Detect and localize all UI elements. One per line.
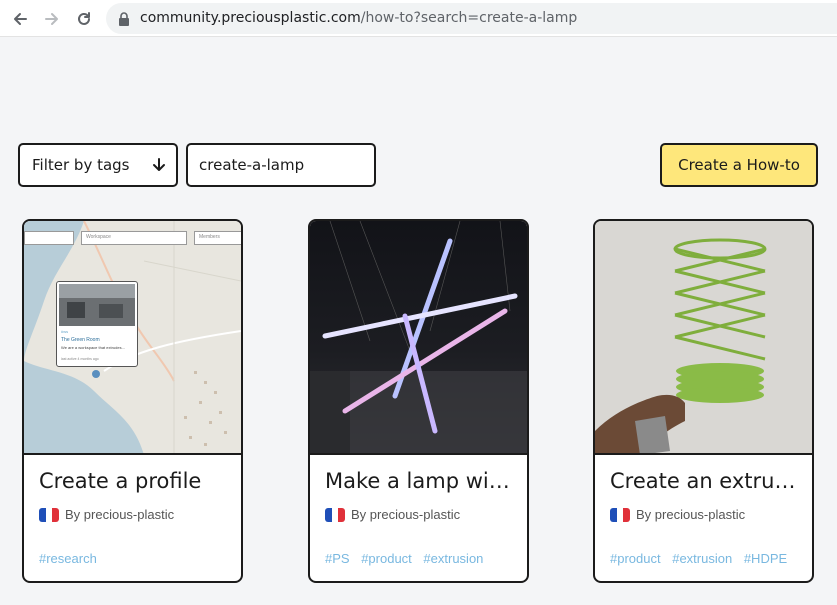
create-how-to-button[interactable]: Create a How-to <box>660 143 818 187</box>
card-thumbnail <box>310 221 527 455</box>
card-title[interactable]: Make a lamp with extruded beams <box>325 469 515 493</box>
how-to-card[interactable]: Create an extruded lamp By precious-plas… <box>593 219 814 583</box>
arrow-right-icon <box>45 13 58 25</box>
card-title[interactable]: Create a profile <box>39 469 229 493</box>
url-text: community.preciousplastic.com/how-to?sea… <box>140 10 577 26</box>
map-popup: #ws The Green Room We are a workspace th… <box>56 281 138 367</box>
reload-button[interactable] <box>72 7 96 31</box>
popup-title: The Green Room <box>61 337 100 343</box>
map-filter-field <box>24 231 74 245</box>
arrow-left-icon <box>14 13 27 25</box>
flag-france-icon <box>325 507 345 522</box>
card-tags: #PS #product #extrusion <box>325 551 491 566</box>
popup-time: last active 4 months ago <box>61 357 99 361</box>
tag[interactable]: #PS <box>325 551 350 566</box>
browser-toolbar: community.preciousplastic.com/how-to?sea… <box>0 0 837 37</box>
card-tags: #research <box>39 551 105 566</box>
how-to-card[interactable]: Make a lamp with extruded beams By preci… <box>308 219 529 583</box>
card-title[interactable]: Create an extruded lamp <box>610 469 800 493</box>
map-members-field: Members <box>194 231 241 245</box>
workspace-photo <box>59 284 135 326</box>
map-workspace-field: Workspace <box>81 231 187 245</box>
card-thumbnail: Workspace Members #ws The Green Room We … <box>24 221 241 455</box>
tag[interactable]: #HDPE <box>744 551 787 566</box>
tag[interactable]: #extrusion <box>672 551 732 566</box>
tag[interactable]: #extrusion <box>423 551 483 566</box>
url-domain: community.preciousplastic.com <box>140 10 361 26</box>
address-bar[interactable]: community.preciousplastic.com/how-to?sea… <box>106 3 837 34</box>
card-author: By precious-plastic <box>325 507 460 522</box>
back-button[interactable] <box>8 7 32 31</box>
tag[interactable]: #product <box>610 551 661 566</box>
filter-by-tags-select[interactable]: Filter by tags <box>18 143 178 187</box>
lock-icon <box>119 12 129 26</box>
search-input[interactable] <box>186 143 376 187</box>
tag[interactable]: #research <box>39 551 97 566</box>
flag-france-icon <box>39 507 59 522</box>
card-author: By precious-plastic <box>39 507 174 522</box>
card-author: By precious-plastic <box>610 507 745 522</box>
author-label: By precious-plastic <box>636 507 746 522</box>
forward-button[interactable] <box>40 7 64 31</box>
how-to-card[interactable]: Workspace Members #ws The Green Room We … <box>22 219 243 583</box>
popup-tag: #ws <box>61 329 69 334</box>
extruded-lamp-photo <box>595 221 812 453</box>
lamp-photo <box>310 221 527 453</box>
card-tags: #product #extrusion #HDPE <box>610 551 795 566</box>
url-path: /how-to?search=create-a-lamp <box>360 10 578 26</box>
flag-france-icon <box>610 507 630 522</box>
popup-description: We are a workspace that extrudes... <box>61 345 125 350</box>
arrow-down-icon <box>153 158 165 171</box>
tag[interactable]: #product <box>361 551 412 566</box>
card-thumbnail <box>595 221 812 455</box>
author-label: By precious-plastic <box>351 507 461 522</box>
author-label: By precious-plastic <box>65 507 175 522</box>
reload-icon <box>78 12 90 25</box>
filter-label: Filter by tags <box>32 156 130 174</box>
